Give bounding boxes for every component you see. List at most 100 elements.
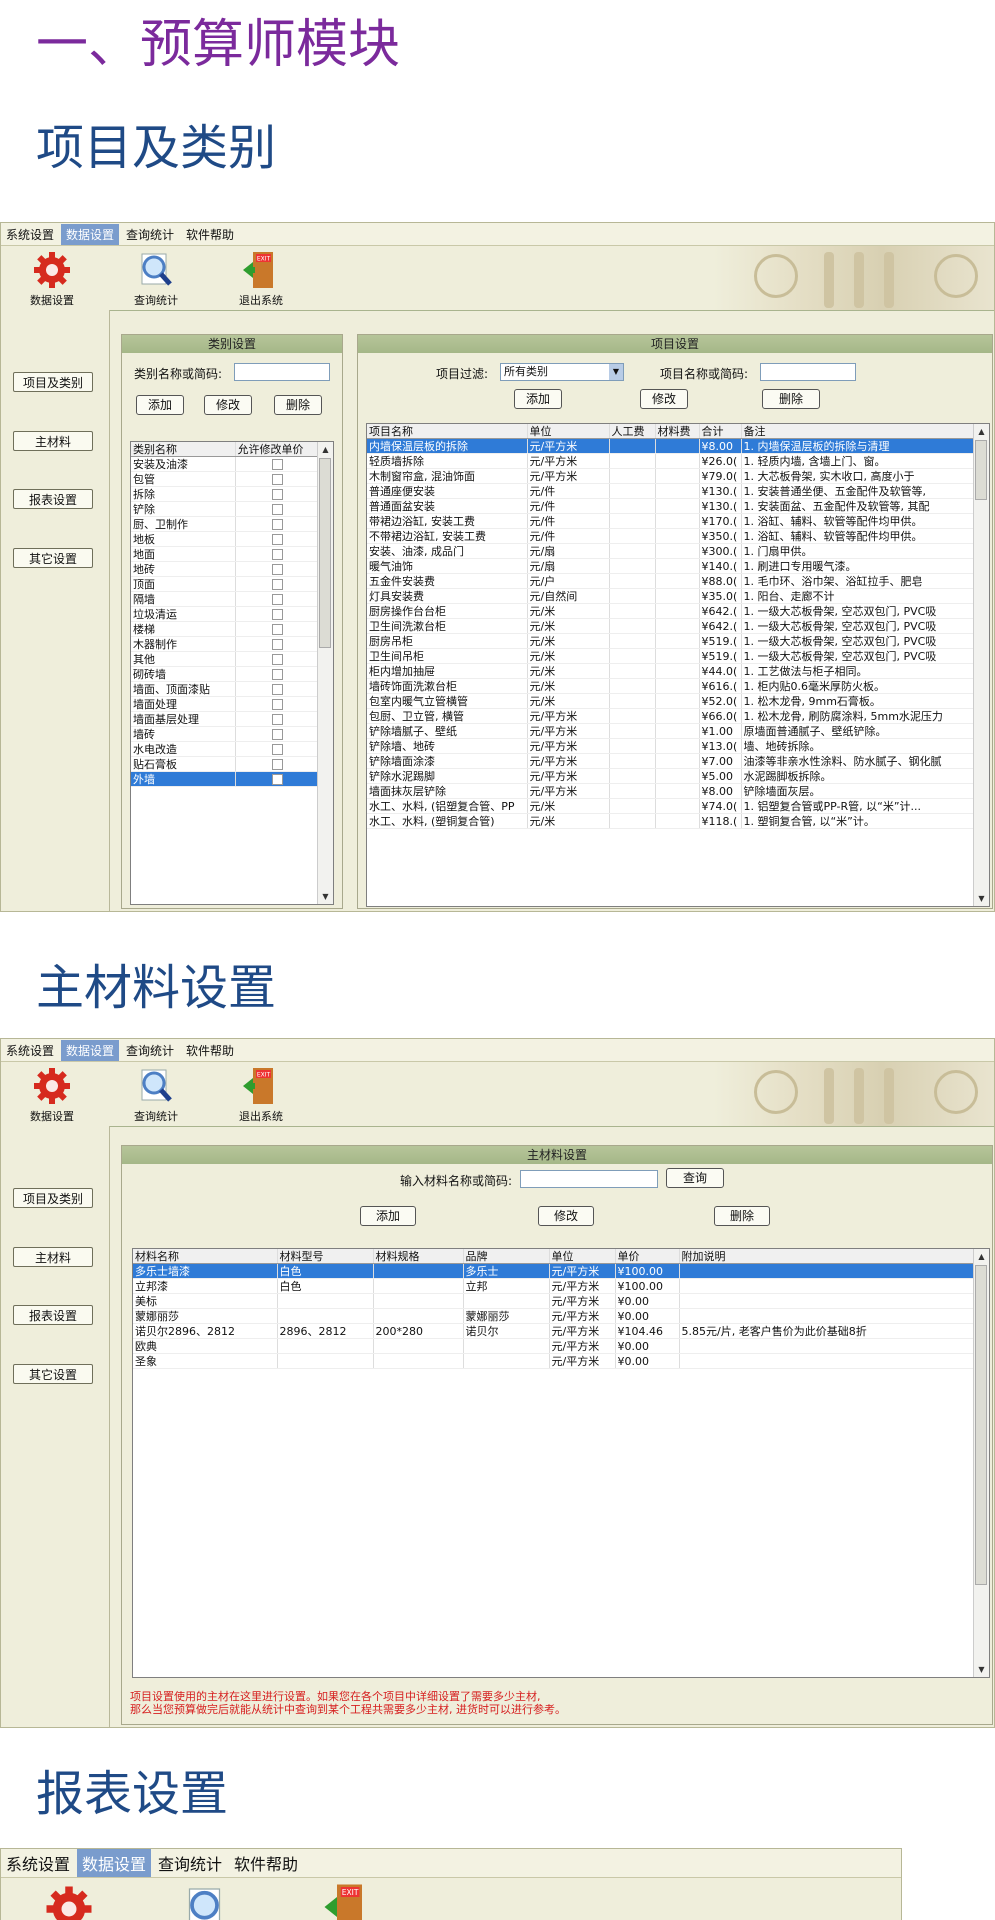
table-row[interactable]: 水工、水料, (塑铜复合管) 元/米 ¥118.(1. 塑铜复合管, 以“米”计。 bbox=[367, 813, 976, 829]
material-col-header[interactable]: 单价 bbox=[615, 1249, 680, 1264]
table-row[interactable]: 顶面 bbox=[131, 576, 320, 592]
allow-edit-checkbox[interactable] bbox=[271, 759, 283, 770]
allow-edit-checkbox[interactable] bbox=[271, 774, 283, 785]
allow-edit-checkbox[interactable] bbox=[271, 729, 283, 740]
project-scrollbar[interactable]: ▲ ▼ bbox=[973, 424, 989, 906]
project-col-header[interactable]: 合计 bbox=[699, 424, 742, 439]
material-delete-button[interactable]: 删除 bbox=[714, 1206, 770, 1226]
material-search-input[interactable] bbox=[520, 1170, 658, 1188]
toolbar-data-settings[interactable]: 数据设置 bbox=[17, 1066, 87, 1124]
toolbar-query-stats[interactable]: 查询统计 bbox=[121, 1066, 191, 1124]
scroll-up-icon[interactable]: ▲ bbox=[318, 442, 333, 457]
allow-edit-checkbox[interactable] bbox=[271, 744, 283, 755]
allow-edit-checkbox[interactable] bbox=[271, 654, 283, 665]
table-row[interactable]: 蒙娜丽莎 蒙娜丽莎 元/平方米 ¥0.00 bbox=[133, 1308, 976, 1324]
table-row[interactable]: 水工、水料, (铝塑复合管、PP 元/米 ¥74.0(1. 铝塑复合管或PP-R管,… bbox=[367, 798, 976, 814]
menu-system-settings[interactable]: 系统设置 bbox=[1, 224, 59, 245]
table-row[interactable]: 水电改造 bbox=[131, 741, 320, 757]
table-row[interactable]: 卫生间洗漱台柜 元/米 ¥642.(1. 一级大芯板骨架, 空芯双包门, PVC吸 bbox=[367, 618, 976, 634]
project-col-header[interactable]: 项目名称 bbox=[367, 424, 528, 439]
table-row[interactable]: 墙砖饰面洗漱台柜 元/米 ¥616.(1. 柜内贴0.6毫米厚防火板。 bbox=[367, 678, 976, 694]
table-row[interactable]: 木器制作 bbox=[131, 636, 320, 652]
table-row[interactable]: 包室内暖气立管横管 元/米 ¥52.0(1. 松木龙骨, 9mm石膏板。 bbox=[367, 693, 976, 709]
menu-help[interactable]: 软件帮助 bbox=[181, 224, 239, 245]
table-row[interactable]: 普通座便安装 元/件 ¥130.(1. 安装普通坐便、五金配件及软管等, bbox=[367, 483, 976, 499]
table-row[interactable]: 普通面盆安装 元/件 ¥130.(1. 安装面盆、五金配件及软管等, 其配 bbox=[367, 498, 976, 514]
scroll-thumb[interactable] bbox=[975, 440, 987, 500]
table-row[interactable]: 内墙保温层板的拆除 元/平方米 ¥8.00 1. 内墙保温层板的拆除与清理 bbox=[367, 438, 976, 454]
category-col-allow-edit[interactable]: 允许修改单价 bbox=[235, 442, 320, 457]
material-col-header[interactable]: 材料名称 bbox=[133, 1249, 278, 1264]
table-row[interactable]: 安装、油漆, 成品门 元/扇 ¥300.(1. 门扇甲供。 bbox=[367, 543, 976, 559]
table-row[interactable]: 地面 bbox=[131, 546, 320, 562]
table-row[interactable]: 包管 bbox=[131, 471, 320, 487]
allow-edit-checkbox[interactable] bbox=[271, 549, 283, 560]
sidebar-item-project-category[interactable]: 项目及类别 bbox=[13, 1188, 93, 1208]
table-row[interactable]: 包厨、卫立管, 横管 元/平方米 ¥66.0(1. 松木龙骨, 刷防腐涂料, 5mm… bbox=[367, 708, 976, 724]
menu-data-settings[interactable]: 数据设置 bbox=[77, 1849, 152, 1877]
chevron-down-icon[interactable]: ▼ bbox=[609, 364, 623, 380]
menu-help[interactable]: 软件帮助 bbox=[229, 1849, 303, 1877]
project-col-header[interactable]: 人工费 bbox=[609, 424, 656, 439]
table-row[interactable]: 墙面、顶面漆贴 bbox=[131, 681, 320, 697]
scroll-down-icon[interactable]: ▼ bbox=[974, 891, 989, 906]
menu-system-settings[interactable]: 系统设置 bbox=[1, 1849, 75, 1877]
scroll-thumb[interactable] bbox=[319, 458, 331, 648]
material-col-header[interactable]: 材料型号 bbox=[277, 1249, 374, 1264]
table-row[interactable]: 欧典 元/平方米 ¥0.00 bbox=[133, 1338, 976, 1354]
material-add-button[interactable]: 添加 bbox=[360, 1206, 416, 1226]
table-row[interactable]: 安装及油漆 bbox=[131, 456, 320, 472]
table-row[interactable]: 贴石膏板 bbox=[131, 756, 320, 772]
table-row[interactable]: 墙面基层处理 bbox=[131, 711, 320, 727]
table-row[interactable]: 地板 bbox=[131, 531, 320, 547]
exit-door-icon[interactable]: EXIT bbox=[317, 1882, 377, 1920]
menu-query-stats[interactable]: 查询统计 bbox=[121, 224, 179, 245]
project-filter-select[interactable]: 所有类别 ▼ bbox=[500, 363, 624, 381]
table-row[interactable]: 地砖 bbox=[131, 561, 320, 577]
category-delete-button[interactable]: 删除 bbox=[274, 395, 322, 415]
table-row[interactable]: 柜内增加抽屉 元/米 ¥44.0(1. 工艺做法与柜子相同。 bbox=[367, 663, 976, 679]
table-row[interactable]: 美标 元/平方米 ¥0.00 bbox=[133, 1293, 976, 1309]
menu-query-stats[interactable]: 查询统计 bbox=[153, 1849, 227, 1877]
table-row[interactable]: 隔墙 bbox=[131, 591, 320, 607]
allow-edit-checkbox[interactable] bbox=[271, 579, 283, 590]
project-col-header[interactable]: 单位 bbox=[527, 424, 610, 439]
allow-edit-checkbox[interactable] bbox=[271, 669, 283, 680]
material-query-button[interactable]: 查询 bbox=[666, 1168, 724, 1188]
table-row[interactable]: 灯具安装费 元/自然间 ¥35.0(1. 阳台、走廊不计 bbox=[367, 588, 976, 604]
table-row[interactable]: 多乐士墙漆 白色 多乐士 元/平方米 ¥100.00 bbox=[133, 1263, 976, 1279]
project-search-input[interactable] bbox=[760, 363, 856, 381]
sidebar-item-other-settings[interactable]: 其它设置 bbox=[13, 1364, 93, 1384]
table-row[interactable]: 厨房操作台台柜 元/米 ¥642.(1. 一级大芯板骨架, 空芯双包门, PVC吸 bbox=[367, 603, 976, 619]
allow-edit-checkbox[interactable] bbox=[271, 594, 283, 605]
table-row[interactable]: 墙面处理 bbox=[131, 696, 320, 712]
scroll-down-icon[interactable]: ▼ bbox=[974, 1662, 989, 1677]
table-row[interactable]: 卫生间吊柜 元/米 ¥519.(1. 一级大芯板骨架, 空芯双包门, PVC吸 bbox=[367, 648, 976, 664]
menu-data-settings[interactable]: 数据设置 bbox=[61, 1039, 120, 1061]
sidebar-item-project-category[interactable]: 项目及类别 bbox=[13, 372, 93, 392]
material-col-header[interactable]: 单位 bbox=[549, 1249, 616, 1264]
table-row[interactable]: 垃圾清运 bbox=[131, 606, 320, 622]
toolbar-exit[interactable]: EXIT 退出系统 bbox=[226, 1066, 296, 1124]
category-add-button[interactable]: 添加 bbox=[136, 395, 184, 415]
sidebar-item-main-material[interactable]: 主材料 bbox=[13, 1247, 93, 1267]
allow-edit-checkbox[interactable] bbox=[271, 459, 283, 470]
table-row[interactable]: 铲除水泥踢脚 元/平方米 ¥5.00 水泥踢脚板拆除。 bbox=[367, 768, 976, 784]
project-edit-button[interactable]: 修改 bbox=[640, 389, 688, 409]
table-row[interactable]: 厨、卫制作 bbox=[131, 516, 320, 532]
menu-system-settings[interactable]: 系统设置 bbox=[1, 1040, 59, 1061]
magnifier-icon[interactable] bbox=[177, 1884, 237, 1920]
category-search-input[interactable] bbox=[234, 363, 330, 381]
table-row[interactable]: 木制窗帘盒, 混油饰面 元/平方米 ¥79.0(1. 大芯板骨架, 实木收口, 高度… bbox=[367, 468, 976, 484]
table-row[interactable]: 五金件安装费 元/户 ¥88.0(1. 毛巾环、浴巾架、浴缸拉手、肥皂 bbox=[367, 573, 976, 589]
material-scrollbar[interactable]: ▲ ▼ bbox=[973, 1249, 989, 1677]
sidebar-item-report-settings[interactable]: 报表设置 bbox=[13, 1305, 93, 1325]
allow-edit-checkbox[interactable] bbox=[271, 609, 283, 620]
sidebar-item-other-settings[interactable]: 其它设置 bbox=[13, 548, 93, 568]
table-row[interactable]: 拆除 bbox=[131, 486, 320, 502]
allow-edit-checkbox[interactable] bbox=[271, 714, 283, 725]
scroll-up-icon[interactable]: ▲ bbox=[974, 424, 989, 439]
table-row[interactable]: 铲除 bbox=[131, 501, 320, 517]
table-row[interactable]: 诺贝尔2896、2812 2896、2812 200*280 诺贝尔 元/平方米 ¥104… bbox=[133, 1323, 976, 1339]
material-edit-button[interactable]: 修改 bbox=[538, 1206, 594, 1226]
